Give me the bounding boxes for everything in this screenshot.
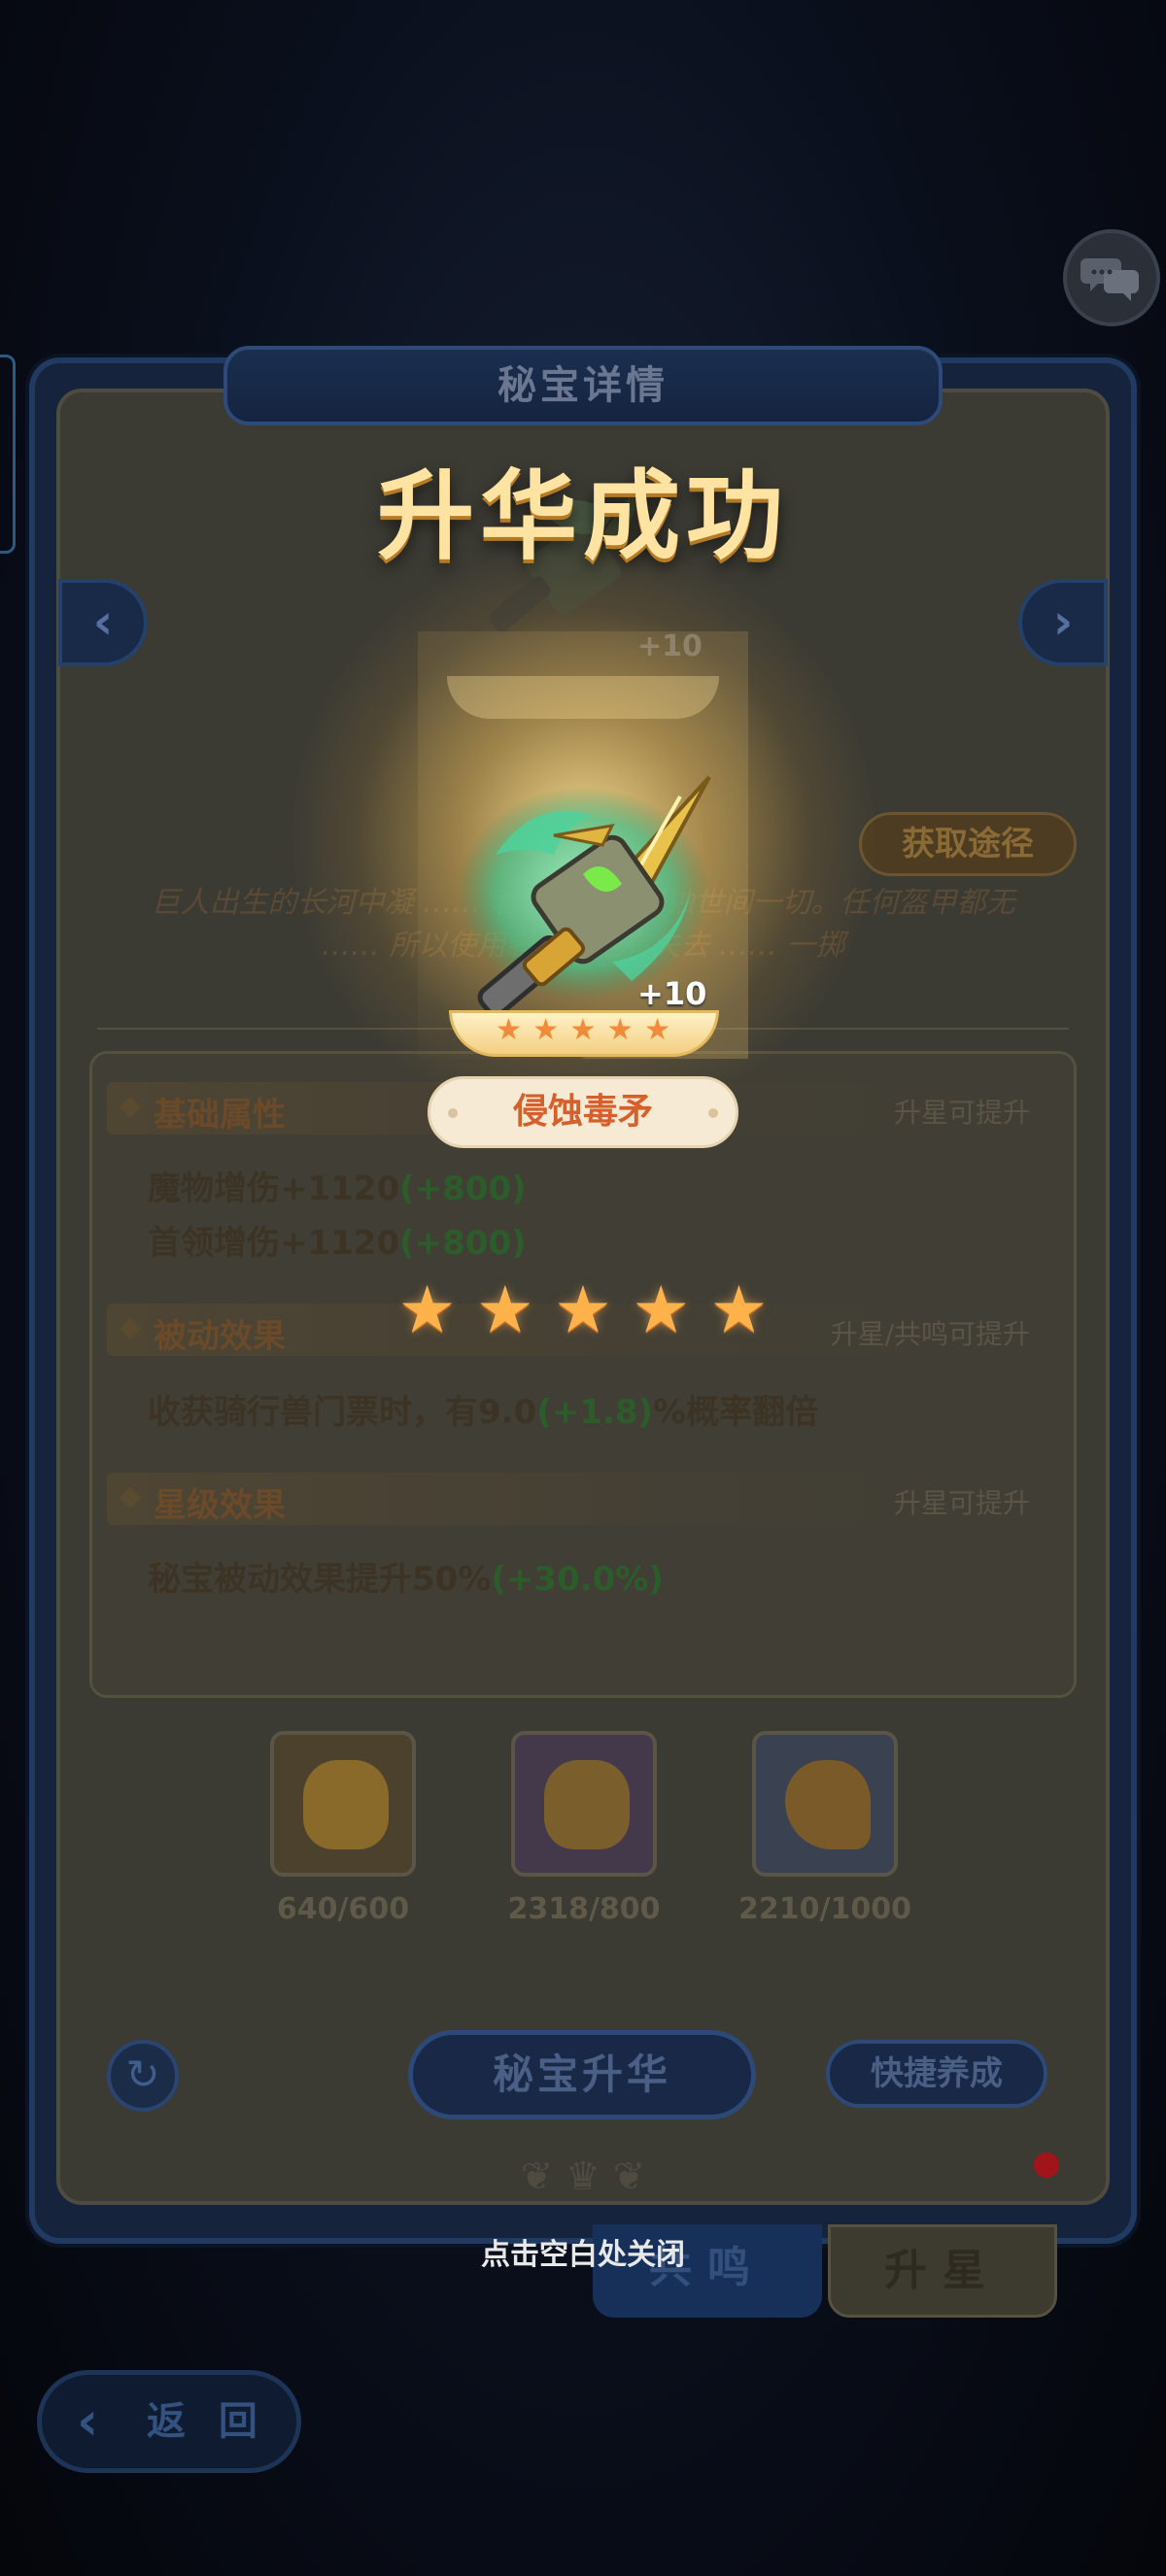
success-title: 升华成功 — [377, 459, 789, 573]
close-hint[interactable]: 点击空白处关闭 — [0, 2230, 1166, 2273]
stat-monster-damage: 魔物增伤+1120(+800) — [148, 1162, 527, 1209]
previous-pedestal — [447, 676, 719, 719]
previous-level-label: +10 — [637, 629, 703, 663]
section-hint: 升星可提升 — [893, 1487, 1030, 1519]
stat-increase: (+800) — [399, 1224, 527, 1263]
item-level-label: +10 — [637, 975, 707, 1012]
star-icon: ★ — [476, 1272, 534, 1347]
star-icon: ★ — [569, 1013, 597, 1047]
star-effect-increase: (+30.0%) — [491, 1560, 664, 1599]
decor-dot — [708, 1108, 718, 1118]
item-name: 侵蚀毒矛 — [512, 1092, 653, 1132]
refresh-icon: ↻ — [125, 2051, 160, 2098]
passive-suffix: %概率翻倍 — [653, 1393, 819, 1432]
material-crystal-icon — [303, 1760, 389, 1849]
material-egg-icon — [544, 1760, 630, 1849]
passive-text: 收获骑行兽门票时，有9.0 — [148, 1393, 537, 1432]
diamond-bullet-icon — [119, 1486, 142, 1509]
notification-dot — [1034, 2152, 1059, 2178]
section-hint: 升星/共鸣可提升 — [830, 1318, 1030, 1350]
section-title: 星级效果 — [154, 1486, 286, 1525]
material-count-1: 640/600 — [276, 1892, 410, 1926]
panel-title: 秘宝详情 — [223, 346, 943, 425]
star-icon: ★ — [709, 1272, 768, 1347]
refresh-button[interactable]: ↻ — [107, 2040, 179, 2112]
material-slot-1[interactable] — [270, 1731, 416, 1877]
star-effect-line: 秘宝被动效果提升50%(+30.0%) — [148, 1552, 664, 1600]
chevron-left-icon: ‹ — [92, 593, 114, 650]
section-hint: 升星可提升 — [893, 1097, 1030, 1129]
back-arrow-icon: ‹ — [77, 2390, 109, 2452]
next-treasure-button[interactable]: › — [1018, 579, 1108, 666]
decor-dot — [448, 1108, 458, 1118]
item-name-plate: 侵蚀毒矛 — [428, 1076, 738, 1148]
star-icon: ★ — [532, 1013, 560, 1047]
quick-develop-button[interactable]: 快捷养成 — [826, 2040, 1047, 2108]
star-effect-text: 秘宝被动效果提升50% — [148, 1560, 492, 1599]
passive-effect-line: 收获骑行兽门票时，有9.0(+1.8)%概率翻倍 — [148, 1385, 818, 1433]
star-icon: ★ — [632, 1272, 690, 1347]
back-label: 返 回 — [147, 2399, 267, 2444]
material-count-2: 2318/800 — [507, 1892, 661, 1926]
material-count-3: 2210/1000 — [738, 1892, 911, 1926]
star-icon: ★ — [496, 1013, 522, 1047]
item-star-row: ★ ★ ★ ★ ★ — [496, 1016, 670, 1045]
star-rating: ★ ★ ★ ★ ★ — [398, 1276, 768, 1346]
diamond-bullet-icon — [119, 1096, 142, 1119]
back-button[interactable]: ‹ 返 回 — [37, 2370, 301, 2473]
passive-increase: (+1.8) — [536, 1393, 654, 1432]
stat-increase: (+800) — [399, 1169, 527, 1208]
chevron-right-icon: › — [1052, 593, 1074, 650]
material-slot-3[interactable] — [752, 1731, 898, 1877]
get-path-button[interactable]: 获取途径 — [859, 812, 1077, 876]
section-title: 基础属性 — [154, 1096, 286, 1135]
prev-treasure-button[interactable]: ‹ — [58, 579, 148, 666]
chat-bubbles-icon — [1080, 258, 1139, 301]
stat-boss-damage: 首领增伤+1120(+800) — [148, 1216, 527, 1264]
star-icon: ★ — [606, 1013, 634, 1047]
star-icon: ★ — [644, 1013, 670, 1047]
stat-text: 首领增伤+1120 — [148, 1224, 400, 1263]
stat-text: 魔物增伤+1120 — [148, 1169, 400, 1208]
star-icon: ★ — [398, 1272, 457, 1347]
material-slot-2[interactable] — [511, 1731, 657, 1877]
diamond-bullet-icon — [119, 1317, 142, 1340]
panel-ornament: ❦ ♛ ❦ — [520, 2154, 646, 2199]
treasure-upgrade-button[interactable]: 秘宝升华 — [408, 2030, 756, 2119]
star-icon: ★ — [554, 1272, 612, 1347]
material-horn-icon — [785, 1760, 871, 1849]
section-title: 被动效果 — [154, 1317, 286, 1356]
chat-button[interactable] — [1063, 229, 1160, 326]
star-effect-header: 星级效果 升星可提升 — [107, 1473, 1059, 1525]
